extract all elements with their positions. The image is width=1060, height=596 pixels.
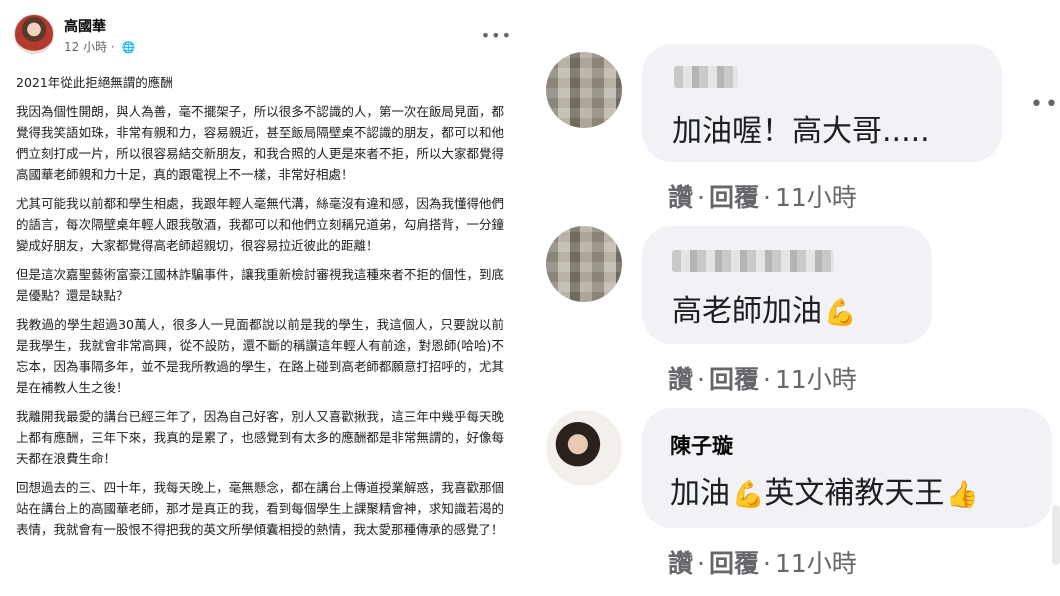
comment-time[interactable]: 11小時 [775,549,857,578]
post-paragraph: 我教過的學生超過30萬人，很多人一見面都說以前是我的學生，我這個人，只要說以前是… [16,317,504,395]
like-link[interactable]: 讚 [668,365,693,394]
more-options-icon[interactable]: ••• [481,26,512,45]
reply-link[interactable]: 回覆 [709,183,759,212]
comment-actions: 讚 · 回覆 · 11小時 [668,178,857,214]
blurred-commenter-name[interactable] [674,66,738,88]
separator-dot: · [762,549,771,578]
post-paragraph: 尤其可能我以前都和學生相處，我跟年輕人毫無代溝，絲毫沒有違和感，因為我懂得他們的… [16,196,504,253]
comment-text-line: 高老師加油💪 [672,286,856,330]
commenter-name[interactable]: 陳子璇 [670,430,733,460]
comment-text-part2: 英文補教天王 [764,476,945,511]
comment-text: 加油喔！高大哥..... [672,114,930,149]
like-link[interactable]: 讚 [668,183,693,212]
panel-divider [528,0,542,596]
reply-link[interactable]: 回覆 [709,549,759,578]
comment-time[interactable]: 11小時 [775,183,857,212]
post-paragraph: 我離開我最愛的講台已經三年了，因為自己好客，別人又喜歡揪我，這三年中幾乎每天晚上… [16,409,504,466]
post-title: 2021年從此拒絕無謂的應酬 [16,75,173,90]
separator-dot: · [107,40,119,54]
scrollbar[interactable] [1052,505,1060,565]
post-paragraph: 回想過去的三、四十年，我每天晚上，毫無懸念，都在講台上傳道授業解惑，我喜歡那個站… [16,480,504,537]
comment-actions: 讚 · 回覆 · 11小時 [668,544,857,580]
globe-icon: 🌐 [121,41,136,54]
separator-dot: · [762,365,771,394]
comment-actions: 讚 · 回覆 · 11小時 [668,360,857,396]
separator-dot: · [762,183,771,212]
blurred-avatar[interactable] [546,226,622,302]
blurred-commenter-name[interactable] [672,250,834,272]
like-link[interactable]: 讚 [668,549,693,578]
flexed-biceps-icon: 💪 [824,297,857,328]
post-meta: 12 小時 · 🌐 [64,38,135,55]
author-avatar[interactable] [14,14,54,54]
reply-link[interactable]: 回覆 [709,365,759,394]
post-header: 高國華 12 小時 · 🌐 ••• [14,14,514,64]
comment-bubble: 高老師加油💪 [642,226,932,344]
comments-panel: 加油喔！高大哥..... •• 讚 · 回覆 · 11小時 高老師加油💪 讚 · 回覆 · 11… [542,0,1060,596]
thumbs-up-icon: 👍 [946,479,979,510]
author-name[interactable]: 高國華 [64,16,106,36]
flexed-biceps-icon: 💪 [732,479,765,510]
separator-dot: · [697,549,705,578]
separator-dot: · [697,183,705,212]
post-time[interactable]: 12 小時 [64,40,107,54]
comment-text-part1: 加油 [670,476,730,511]
profile-photo-avatar[interactable] [546,410,622,486]
comment-text: 高老師加油 [672,294,822,329]
post-paragraph: 但是這次嘉聖藝術富豪江國林詐騙事件，讓我重新檢討審視我這種來者不拒的個性，到底是… [16,267,504,303]
comment-bubble: 陳子璇 加油💪英文補教天王👍 [642,408,1052,528]
separator-dot: · [697,365,705,394]
post-body: 2021年從此拒絕無謂的應酬 我因為個性開朗，與人為善，毫不擺架子，所以很多不認… [16,72,504,548]
post-paragraph: 我因為個性開朗，與人為善，毫不擺架子，所以很多不認識的人，第一次在飯局見面，都覺… [16,104,504,182]
comment-more-icon[interactable]: •• [1030,92,1060,117]
comment-text-line: 加油💪英文補教天王👍 [670,468,979,512]
comment-time[interactable]: 11小時 [775,365,857,394]
comment-bubble: 加油喔！高大哥..... [642,44,1002,162]
blurred-avatar[interactable] [546,52,622,128]
facebook-post: 高國華 12 小時 · 🌐 ••• 2021年從此拒絕無謂的應酬 我因為個性開朗… [0,0,528,596]
